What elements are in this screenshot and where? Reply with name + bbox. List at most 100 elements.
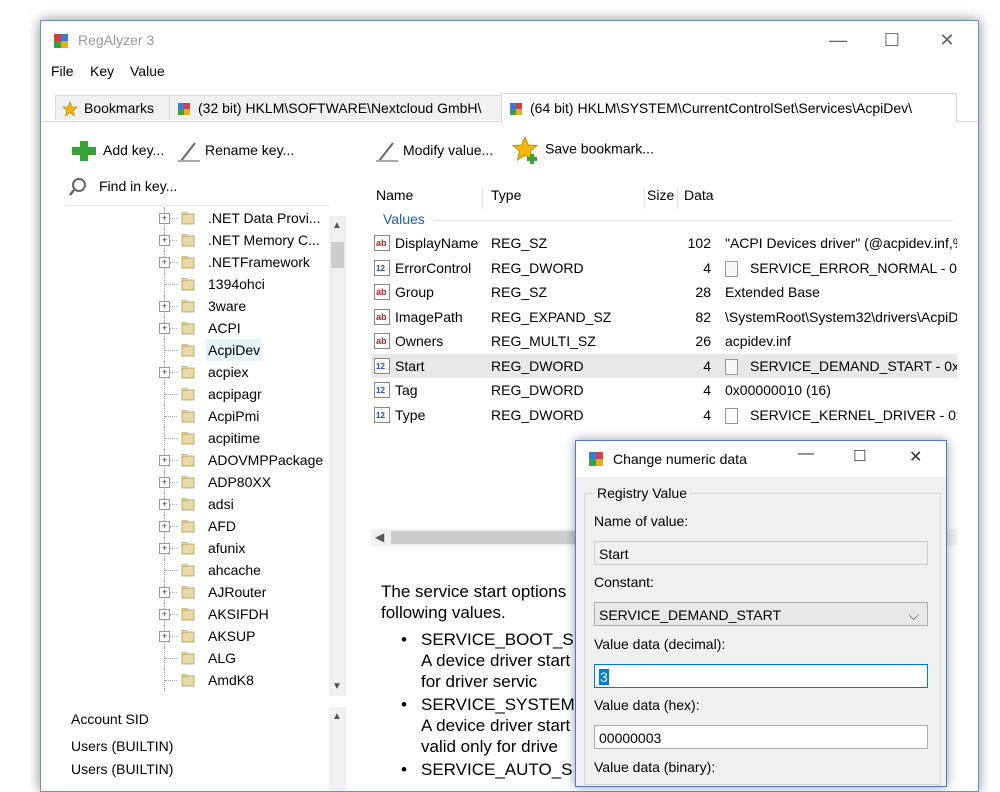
tree-item[interactable]: + afunix (65, 537, 327, 559)
hex-value-input[interactable]: 00000003 (594, 725, 928, 749)
permission-row[interactable]: Users (BUILTIN) (71, 761, 173, 777)
value-row[interactable]: ab Owners REG_MULTI_SZ 26 acpidev.inf (371, 329, 957, 353)
registry-folder-icon (181, 410, 195, 423)
col-name[interactable]: Name (376, 187, 413, 203)
scroll-up-icon[interactable]: ▲ (332, 220, 342, 231)
tree-item[interactable]: + AKSUP (65, 625, 327, 647)
tree-scrollbar[interactable]: ▲ ▼ (329, 216, 346, 696)
scroll-thumb[interactable] (331, 242, 344, 268)
expand-icon[interactable]: + (159, 213, 170, 224)
dialog-title-bar[interactable]: Change numeric data — ☐ ✕ (576, 441, 946, 477)
tree-item[interactable]: + AJRouter (65, 581, 327, 603)
tree-item[interactable]: + adsi (65, 493, 327, 515)
tab-nextcloud-key[interactable]: (32 bit) HKLM\SOFTWARE\Nextcloud GmbH\ (169, 95, 511, 120)
save-bookmark-button[interactable]: Save bookmark... (511, 135, 654, 164)
maximize-button[interactable]: ☐ (869, 25, 915, 55)
bullet-icon: • (401, 760, 407, 779)
tab-acpidev-key[interactable]: (64 bit) HKLM\SYSTEM\CurrentControlSet\S… (501, 93, 957, 122)
registry-folder-icon (181, 432, 195, 445)
tree-item[interactable]: AcpiPmi (65, 405, 327, 427)
permission-row[interactable]: Users (BUILTIN) (71, 738, 173, 754)
tree-item[interactable]: + .NETFramework (65, 251, 327, 273)
permissions-scrollbar[interactable]: ▲ (329, 707, 346, 791)
col-size[interactable]: Size (647, 187, 674, 203)
registry-folder-icon (181, 608, 195, 621)
expand-icon[interactable]: + (159, 521, 170, 532)
dialog-minimize-button[interactable]: — (798, 445, 814, 463)
scroll-left-icon[interactable]: ◀ (375, 530, 384, 544)
close-button[interactable]: ✕ (924, 25, 970, 55)
value-name-field[interactable]: Start (594, 541, 928, 565)
expand-icon[interactable]: + (159, 367, 170, 378)
scroll-thumb[interactable] (391, 531, 591, 544)
tree-item[interactable]: + .NET Memory C... (65, 229, 327, 251)
constant-selected: SERVICE_DEMAND_START (599, 607, 782, 623)
tree-item[interactable]: AmdK8 (65, 669, 327, 691)
tree-item[interactable]: ALG (65, 647, 327, 669)
col-type[interactable]: Type (491, 187, 521, 203)
tree-item[interactable]: + .NET Data Provi... (65, 207, 327, 229)
expand-icon[interactable]: + (159, 499, 170, 510)
dword-value-icon: 12 (374, 382, 390, 398)
value-row[interactable]: ab Group REG_SZ 28 Extended Base (371, 280, 957, 304)
find-in-key-button[interactable]: Find in key... (69, 173, 177, 199)
tree-item[interactable]: + AFD (65, 515, 327, 537)
values-table-header: Name Type Size Data (369, 181, 956, 211)
value-row[interactable]: 12 ErrorControl REG_DWORD 4 SERVICE_ERROR_NO… (371, 256, 957, 280)
value-size: 82 (695, 308, 711, 325)
registry-key-tree[interactable]: + .NET Data Provi... + .NET Memory C... + .NE… (65, 205, 329, 698)
menu-key[interactable]: Key (90, 63, 114, 79)
tree-item[interactable]: 1394ohci (65, 273, 327, 295)
title-bar[interactable]: RegAlyzer 3 — ☐ ✕ (41, 21, 978, 59)
tab-label: (32 bit) HKLM\SOFTWARE\Nextcloud GmbH\ (198, 100, 482, 116)
expand-icon[interactable]: + (159, 543, 170, 554)
expand-icon[interactable]: + (159, 477, 170, 488)
tree-item[interactable]: + ACPI (65, 317, 327, 339)
expand-icon[interactable]: + (159, 609, 170, 620)
tab-strip: Bookmarks (32 bit) HKLM\SOFTWARE\Nextclo… (41, 93, 978, 122)
value-row[interactable]: 12 Tag REG_DWORD 4 0x00000010 (16) (371, 378, 957, 402)
decimal-value-input[interactable]: 3 (594, 664, 928, 688)
expand-icon[interactable]: + (159, 257, 170, 268)
plus-icon (72, 141, 96, 162)
tree-item[interactable]: AcpiDev (65, 339, 327, 361)
expand-icon[interactable]: + (159, 631, 170, 642)
dialog-maximize-button[interactable]: ☐ (853, 447, 866, 465)
tree-item[interactable]: acpitime (65, 427, 327, 449)
tree-item[interactable]: + ADP80XX (65, 471, 327, 493)
tree-item[interactable]: + acpiex (65, 361, 327, 383)
star-plus-icon (511, 136, 539, 164)
rename-key-button[interactable]: Rename key... (177, 137, 294, 163)
scroll-up-icon[interactable]: ▲ (332, 711, 342, 722)
tab-bookmarks[interactable]: Bookmarks (55, 95, 179, 120)
tree-item[interactable]: acpipagr (65, 383, 327, 405)
expand-icon[interactable]: + (159, 587, 170, 598)
col-data[interactable]: Data (684, 187, 714, 203)
add-key-button[interactable]: Add key... (69, 137, 164, 163)
value-type: REG_DWORD (491, 406, 584, 423)
constant-dropdown[interactable]: SERVICE_DEMAND_START ⌵ (594, 602, 928, 626)
menu-file[interactable]: File (51, 63, 74, 79)
expand-icon[interactable]: + (159, 235, 170, 246)
value-size: 102 (687, 235, 711, 251)
value-row[interactable]: 12 Type REG_DWORD 4 SERVICE_KERNEL_DRIVER - … (371, 403, 957, 427)
registry-folder-icon (181, 652, 195, 665)
value-type: REG_EXPAND_SZ (491, 308, 612, 325)
svg-text:ab: ab (376, 312, 387, 322)
expand-icon[interactable]: + (159, 455, 170, 466)
menu-value[interactable]: Value (130, 63, 165, 79)
value-row[interactable]: 12 Start REG_DWORD 4 SERVICE_DEMAND_START - … (371, 353, 957, 378)
tree-item[interactable]: ahcache (65, 559, 327, 581)
minimize-button[interactable]: — (815, 25, 861, 55)
tree-item[interactable]: + AKSIFDH (65, 603, 327, 625)
tree-item[interactable]: + ADOVMPPackage (65, 449, 327, 471)
expand-icon[interactable]: + (159, 301, 170, 312)
modify-value-button[interactable]: Modify value... (375, 137, 493, 163)
value-type: REG_DWORD (491, 259, 584, 276)
tree-item[interactable]: +3ware (65, 295, 327, 317)
value-row[interactable]: ab ImagePath REG_EXPAND_SZ 82 \SystemRoot\Sy… (371, 305, 957, 329)
expand-icon[interactable]: + (159, 323, 170, 334)
value-row[interactable]: ab DisplayName REG_SZ 102 "ACPI Devices driv… (371, 231, 957, 255)
scroll-down-icon[interactable]: ▼ (332, 681, 342, 692)
dialog-close-button[interactable]: ✕ (909, 447, 922, 467)
